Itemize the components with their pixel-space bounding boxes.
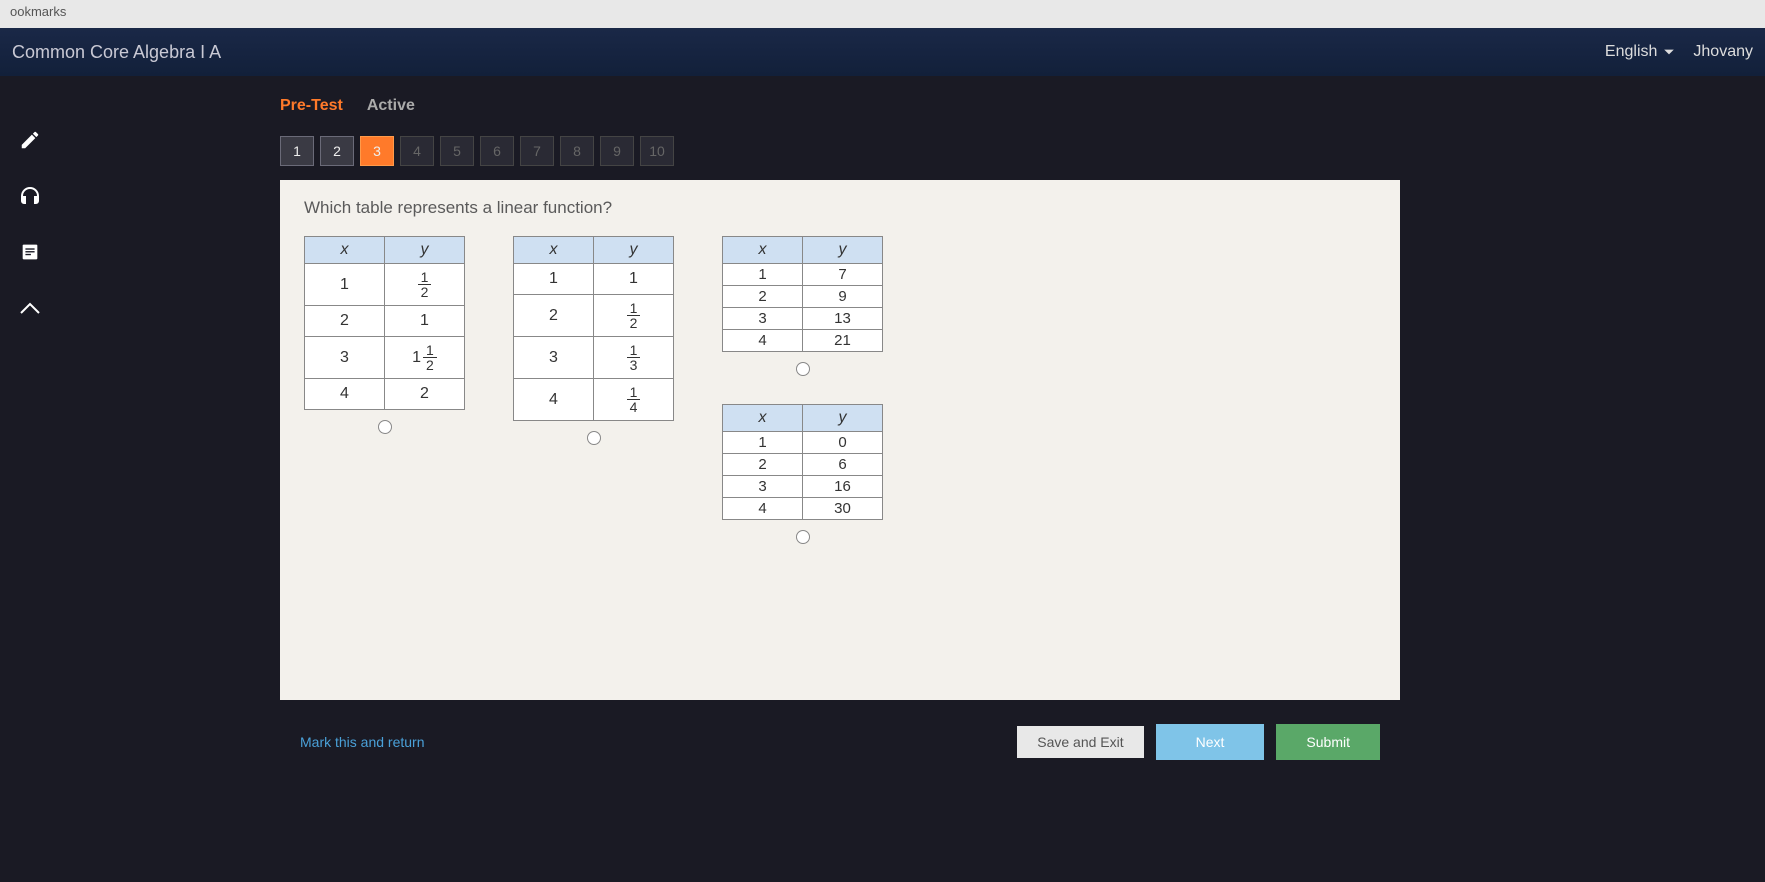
header-right: English Jhovany <box>1605 43 1753 61</box>
table-row: 212 <box>514 295 674 337</box>
option-1: xy 112 21 3112 42 <box>304 236 465 434</box>
table-row: 313 <box>514 337 674 379</box>
submit-button[interactable]: Submit <box>1276 724 1380 760</box>
option-4: xy 10 26 316 430 <box>722 404 883 544</box>
options-right-column: xy 17 29 313 421 xy 10 26 3 <box>722 236 883 544</box>
answer-options: xy 112 21 3112 42 xy 11 212 313 414 <box>304 236 1376 544</box>
table-row: 316 <box>723 476 883 498</box>
next-button[interactable]: Next <box>1156 724 1265 760</box>
table-row: 112 <box>305 264 465 306</box>
chevron-down-icon <box>1663 46 1675 58</box>
workspace: Pre-Test Active 1 2 3 4 5 6 7 8 9 10 Whi… <box>0 76 1765 882</box>
radio-option-1[interactable] <box>378 420 392 434</box>
qnav-1[interactable]: 1 <box>280 136 314 166</box>
table-row: 3112 <box>305 337 465 379</box>
footer-bar: Mark this and return Save and Exit Next … <box>280 724 1400 760</box>
tabs: Pre-Test Active <box>60 88 1765 124</box>
bookmarks-label: ookmarks <box>10 4 66 19</box>
sidebar <box>0 76 60 882</box>
radio-option-2[interactable] <box>587 431 601 445</box>
table-2: xy 11 212 313 414 <box>513 236 674 421</box>
course-title: Common Core Algebra I A <box>12 42 221 63</box>
save-and-exit-button[interactable]: Save and Exit <box>1017 726 1143 758</box>
qnav-2[interactable]: 2 <box>320 136 354 166</box>
table-3: xy 17 29 313 421 <box>722 236 883 352</box>
th-x: x <box>305 237 385 264</box>
course-header: Common Core Algebra I A English Jhovany <box>0 28 1765 76</box>
th-y: y <box>803 405 883 432</box>
radio-option-4[interactable] <box>796 530 810 544</box>
th-y: y <box>385 237 465 264</box>
th-x: x <box>723 405 803 432</box>
table-row: 21 <box>305 306 465 337</box>
qnav-3[interactable]: 3 <box>360 136 394 166</box>
qnav-9[interactable]: 9 <box>600 136 634 166</box>
qnav-5[interactable]: 5 <box>440 136 474 166</box>
language-selector[interactable]: English <box>1605 43 1675 61</box>
table-row: 26 <box>723 454 883 476</box>
question-prompt: Which table represents a linear function… <box>304 198 1376 218</box>
notes-icon[interactable] <box>16 238 44 266</box>
radio-option-3[interactable] <box>796 362 810 376</box>
qnav-10[interactable]: 10 <box>640 136 674 166</box>
th-x: x <box>723 237 803 264</box>
qnav-4[interactable]: 4 <box>400 136 434 166</box>
tab-active[interactable]: Active <box>367 97 415 115</box>
table-row: 17 <box>723 264 883 286</box>
main-panel: Pre-Test Active 1 2 3 4 5 6 7 8 9 10 Whi… <box>60 76 1765 882</box>
th-x: x <box>514 237 594 264</box>
mark-and-return-link[interactable]: Mark this and return <box>300 734 425 750</box>
question-content: Which table represents a linear function… <box>280 180 1400 700</box>
qnav-7[interactable]: 7 <box>520 136 554 166</box>
table-row: 11 <box>514 264 674 295</box>
th-y: y <box>803 237 883 264</box>
collapse-icon[interactable] <box>16 294 44 322</box>
table-1: xy 112 21 3112 42 <box>304 236 465 410</box>
table-row: 42 <box>305 379 465 410</box>
question-nav: 1 2 3 4 5 6 7 8 9 10 <box>60 136 1765 166</box>
headphones-icon[interactable] <box>16 182 44 210</box>
th-y: y <box>594 237 674 264</box>
table-4: xy 10 26 316 430 <box>722 404 883 520</box>
table-row: 10 <box>723 432 883 454</box>
user-name[interactable]: Jhovany <box>1693 43 1753 61</box>
table-row: 29 <box>723 286 883 308</box>
qnav-6[interactable]: 6 <box>480 136 514 166</box>
option-3: xy 17 29 313 421 <box>722 236 883 376</box>
table-row: 430 <box>723 498 883 520</box>
browser-bookmarks-bar: ookmarks <box>0 0 1765 28</box>
pencil-icon[interactable] <box>16 126 44 154</box>
table-row: 313 <box>723 308 883 330</box>
table-row: 414 <box>514 379 674 421</box>
qnav-8[interactable]: 8 <box>560 136 594 166</box>
footer-buttons: Save and Exit Next Submit <box>1017 724 1380 760</box>
language-label: English <box>1605 43 1657 61</box>
option-2: xy 11 212 313 414 <box>513 236 674 445</box>
tab-pretest[interactable]: Pre-Test <box>280 97 343 115</box>
table-row: 421 <box>723 330 883 352</box>
